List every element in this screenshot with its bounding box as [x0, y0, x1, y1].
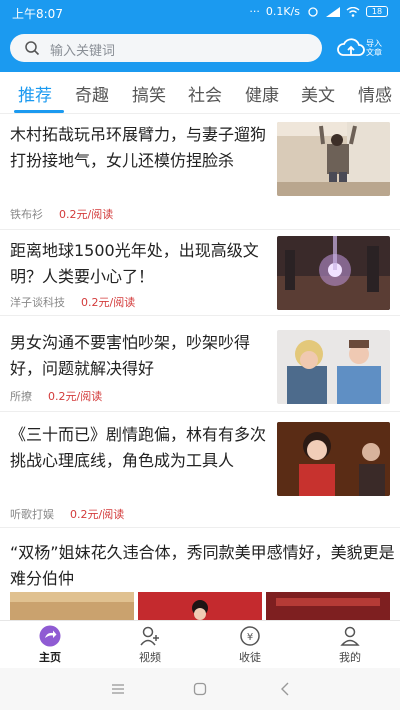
article-title: 木村拓哉玩吊环展臂力，与妻子遛狗打扮接地气，女儿还模仿捏脸杀	[10, 125, 267, 170]
article-title: 《三十而已》剧情跑偏，林有有多次挑战心理底线，角色成为工具人	[10, 425, 267, 470]
article-item[interactable]: 距离地球1500光年处，出现高级文明？人类要小心了！ 洋子谈科技 0.2元/阅读	[0, 230, 400, 316]
status-bar: 上午8:07 ··· 0.1K/s 18	[0, 0, 400, 26]
search-placeholder: 输入关键词	[50, 44, 116, 59]
article-thumbnail	[277, 122, 390, 196]
coin-icon: ¥	[240, 626, 260, 646]
article-source: 铁布衫	[10, 208, 43, 221]
nav-video[interactable]: 视频	[120, 625, 180, 665]
status-time: 上午8:07	[12, 7, 63, 21]
category-tabs: 推荐 奇趣 搞笑 社会 健康 美文 情感	[0, 72, 400, 114]
tab-health[interactable]: 健康	[245, 81, 279, 106]
tab-emotion[interactable]: 情感	[358, 81, 392, 106]
menu-icon[interactable]	[111, 683, 125, 695]
article-image-1	[10, 592, 134, 622]
article-item[interactable]: 男女沟通不要害怕吵架，吵架吵得好，问题就解决得好 所撩 0.2元/阅读	[0, 316, 400, 412]
home-icon	[39, 625, 61, 647]
article-title: “双杨”姐妹花久违合体，秀同款美甲感情好，美貌更是难分伯仲	[10, 543, 395, 588]
home-button-icon[interactable]	[193, 682, 207, 696]
article-meta: 铁布衫 0.2元/阅读	[10, 206, 113, 222]
status-right: ··· 0.1K/s 18	[249, 5, 388, 18]
signal-icon	[326, 6, 340, 17]
network-speed: 0.1K/s	[265, 5, 300, 18]
user-add-icon	[140, 626, 159, 646]
article-image-2	[138, 592, 262, 622]
article-image-3	[266, 592, 390, 622]
article-meta: 洋子谈科技 0.2元/阅读	[10, 294, 135, 310]
article-source: 听歌打娱	[10, 508, 54, 521]
wifi-icon	[346, 6, 360, 17]
article-meta: 听歌打娱 0.2元/阅读	[10, 506, 124, 522]
tab-essay[interactable]: 美文	[301, 81, 335, 106]
bottom-navigation: 主页 视频 ¥ 收徒 我的	[0, 620, 400, 668]
back-icon[interactable]	[280, 682, 290, 696]
import-article-label: 导入文章	[366, 39, 382, 57]
article-item[interactable]: 木村拓哉玩吊环展臂力，与妻子遛狗打扮接地气，女儿还模仿捏脸杀 铁布衫 0.2元/阅…	[0, 114, 400, 230]
active-tab-indicator	[14, 110, 64, 113]
article-thumbnail	[277, 330, 390, 404]
article-thumbnail	[277, 236, 390, 310]
article-reward: 0.2元/阅读	[59, 208, 114, 221]
svg-text:¥: ¥	[247, 632, 253, 643]
article-meta: 所撩 0.2元/阅读	[10, 388, 102, 404]
tab-funny[interactable]: 搞笑	[132, 81, 166, 106]
nav-apprentice-label: 收徒	[239, 651, 261, 664]
nav-home[interactable]: 主页	[20, 625, 80, 665]
search-bar[interactable]: 输入关键词	[10, 34, 322, 62]
article-source: 所撩	[10, 390, 32, 403]
article-reward: 0.2元/阅读	[70, 508, 125, 521]
nav-home-label: 主页	[39, 651, 61, 664]
nav-profile[interactable]: 我的	[320, 625, 380, 665]
tab-recommend[interactable]: 推荐	[18, 81, 52, 106]
nav-profile-label: 我的	[339, 651, 361, 664]
system-navigation-bar	[0, 668, 400, 710]
import-article-button[interactable]: 导入文章	[336, 33, 388, 63]
nav-video-label: 视频	[139, 651, 161, 664]
alarm-icon	[308, 6, 318, 17]
article-source: 洋子谈科技	[10, 296, 65, 309]
article-reward: 0.2元/阅读	[81, 296, 136, 309]
nav-apprentice[interactable]: ¥ 收徒	[220, 625, 280, 665]
article-title: 男女沟通不要害怕吵架，吵架吵得好，问题就解决得好	[10, 333, 251, 378]
app-header: 上午8:07 ··· 0.1K/s 18 输入关键词 导入文章	[0, 0, 400, 72]
search-icon	[25, 41, 40, 56]
status-dots: ···	[249, 5, 260, 18]
battery-icon: 18	[366, 6, 388, 17]
tab-curious[interactable]: 奇趣	[75, 81, 109, 106]
article-reward: 0.2元/阅读	[48, 390, 103, 403]
cloud-upload-icon	[337, 38, 365, 56]
article-thumbnail	[277, 422, 390, 496]
article-title: 距离地球1500光年处，出现高级文明？人类要小心了！	[10, 241, 259, 286]
article-item[interactable]: 《三十而已》剧情跑偏，林有有多次挑战心理底线，角色成为工具人 听歌打娱 0.2元/…	[0, 412, 400, 528]
tab-society[interactable]: 社会	[188, 81, 222, 106]
profile-icon	[340, 626, 360, 646]
